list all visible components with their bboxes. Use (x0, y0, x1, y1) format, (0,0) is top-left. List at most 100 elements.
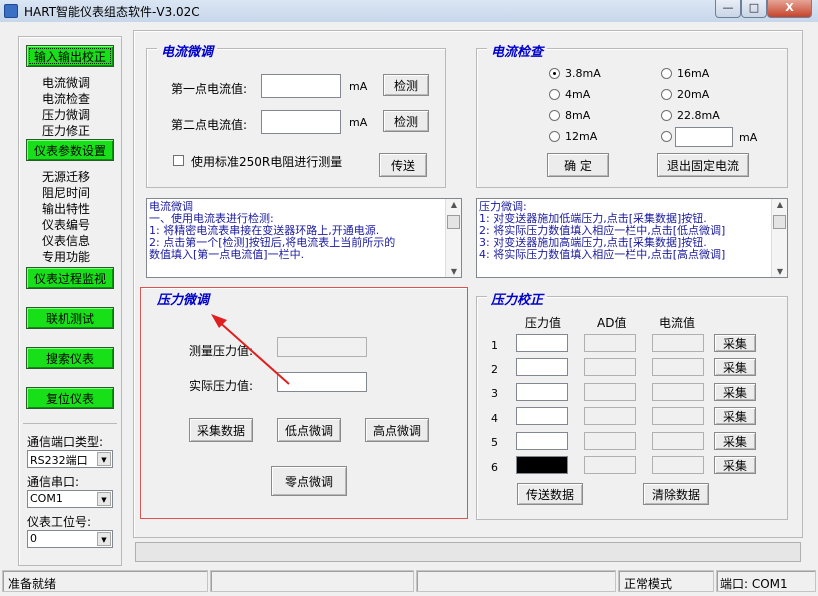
radio-3-8ma[interactable] (549, 68, 560, 79)
row2-ad-field (584, 358, 636, 376)
io-calibration-button[interactable]: 输入输出校正 (26, 45, 114, 67)
row3-ad-field (584, 383, 636, 401)
online-test-button[interactable]: 联机测试 (26, 307, 114, 329)
radio-4ma-label: 4mA (565, 88, 591, 101)
sidebar-item-current-check[interactable]: 电流检查 (42, 90, 90, 107)
row3-pressure-input[interactable] (516, 383, 568, 401)
row4-collect-button[interactable]: 采集 (714, 407, 756, 425)
sidebar-item-damping[interactable]: 阻尼时间 (42, 184, 90, 201)
second-current-unit: mA (349, 116, 368, 129)
station-select[interactable]: 0 ▼ (27, 530, 113, 548)
help-right-scrollbar[interactable]: ▲ ▼ (771, 199, 787, 277)
station-value: 0 (30, 532, 37, 545)
search-button[interactable]: 搜索仪表 (26, 347, 114, 369)
row-number: 1 (491, 339, 498, 352)
row3-collect-button[interactable]: 采集 (714, 383, 756, 401)
row1-collect-button[interactable]: 采集 (714, 334, 756, 352)
radio-8ma[interactable] (549, 110, 560, 121)
radio-12ma[interactable] (549, 131, 560, 142)
radio-20ma[interactable] (661, 89, 672, 100)
exit-fixed-current-button[interactable]: 退出固定电流 (657, 153, 749, 177)
row6-current-field (652, 456, 704, 474)
row6-pressure-input[interactable] (516, 456, 568, 474)
sidebar-item-info[interactable]: 仪表信息 (42, 232, 90, 249)
station-label: 仪表工位号: (27, 515, 92, 529)
current-help-text[interactable]: 电流微调 一、使用电流表进行检测: 1: 将精密电流表串接在变送器环路上,开通电… (146, 198, 462, 278)
chevron-down-icon: ▼ (97, 492, 111, 506)
row5-pressure-input[interactable] (516, 432, 568, 450)
scroll-up-icon: ▲ (776, 200, 784, 209)
radio-4ma[interactable] (549, 89, 560, 100)
chevron-down-icon: ▼ (97, 452, 111, 466)
sidebar-item-passive-migration[interactable]: 无源迁移 (42, 168, 90, 185)
scroll-thumb[interactable] (447, 215, 460, 229)
pressure-help-text[interactable]: 压力微调: 1: 对变送器施加低端压力,点击[采集数据]按钮. 2: 将实际压力… (476, 198, 788, 278)
status-port: 端口: COM1 (720, 577, 788, 591)
row2-pressure-input[interactable] (516, 358, 568, 376)
param-settings-button[interactable]: 仪表参数设置 (26, 139, 114, 161)
status-segment (210, 570, 414, 592)
clear-data-button[interactable]: 清除数据 (643, 483, 709, 505)
detect-first-button[interactable]: 检测 (383, 74, 429, 96)
second-current-input[interactable] (261, 110, 341, 134)
custom-current-input[interactable] (675, 127, 733, 147)
send-current-button[interactable]: 传送 (379, 153, 427, 177)
help-left-scrollbar[interactable]: ▲ ▼ (445, 199, 461, 277)
row2-collect-button[interactable]: 采集 (714, 358, 756, 376)
sidebar-item-special[interactable]: 专用功能 (42, 248, 90, 265)
annotation-arrow-icon (211, 314, 290, 385)
serial-value: COM1 (30, 492, 63, 505)
scroll-down-icon: ▼ (450, 267, 458, 276)
row1-current-field (652, 334, 704, 352)
radio-16ma[interactable] (661, 68, 672, 79)
sidebar-item-number[interactable]: 仪表编号 (42, 216, 90, 233)
scroll-thumb[interactable] (773, 215, 786, 229)
collect-data-button[interactable]: 采集数据 (189, 418, 253, 442)
radio-custom-ma[interactable] (661, 131, 672, 142)
reset-button[interactable]: 复位仪表 (26, 387, 114, 409)
status-mode: 正常模式 (624, 577, 673, 591)
sidebar-item-pressure-correction[interactable]: 压力修正 (42, 122, 90, 139)
zero-trim-button[interactable]: 零点微调 (271, 466, 347, 496)
col-pressure-header: 压力值 (525, 316, 562, 330)
row6-ad-field (584, 456, 636, 474)
title-bar: HART智能仪表组态软件-V3.02C — □ X (0, 0, 818, 22)
sidebar-item-pressure-trim[interactable]: 压力微调 (42, 106, 90, 123)
std-resistor-label: 使用标准250R电阻进行测量 (191, 155, 343, 169)
window-title: HART智能仪表组态软件-V3.02C (24, 5, 200, 19)
chevron-down-icon: ▼ (97, 532, 111, 546)
low-trim-button[interactable]: 低点微调 (277, 418, 341, 442)
row6-collect-button[interactable]: 采集 (714, 456, 756, 474)
maximize-button[interactable]: □ (741, 0, 767, 18)
detect-second-button[interactable]: 检测 (383, 110, 429, 132)
first-current-input[interactable] (261, 74, 341, 98)
radio-22-8ma[interactable] (661, 110, 672, 121)
serial-select[interactable]: COM1 ▼ (27, 490, 113, 508)
high-trim-button[interactable]: 高点微调 (365, 418, 429, 442)
radio-8ma-label: 8mA (565, 109, 591, 122)
row-number: 5 (491, 436, 498, 449)
close-button[interactable]: X (767, 0, 812, 18)
radio-22-8ma-label: 22.8mA (677, 109, 720, 122)
pressure-trim-group: 压力微调 测量压力值: 实际压力值: 采集数据 低点微调 高点微调 零点微调 (140, 287, 468, 519)
current-check-title: 电流检查 (487, 41, 548, 60)
confirm-button[interactable]: 确 定 (547, 153, 609, 177)
current-check-group: 电流检查 3.8mA 4mA 8mA 12mA 16mA 20mA 22.8mA… (476, 41, 788, 188)
radio-3-8ma-label: 3.8mA (565, 67, 601, 80)
process-monitor-button[interactable]: 仪表过程监视 (26, 267, 114, 289)
current-trim-group: 电流微调 第一点电流值: mA 检测 第二点电流值: mA 检测 使用标准250… (146, 41, 446, 188)
port-type-select[interactable]: RS232端口 ▼ (27, 450, 113, 468)
row4-pressure-input[interactable] (516, 407, 568, 425)
sidebar-item-output[interactable]: 输出特性 (42, 200, 90, 217)
progress-bar (135, 542, 801, 562)
row5-collect-button[interactable]: 采集 (714, 432, 756, 450)
minimize-button[interactable]: — (715, 0, 741, 18)
sidebar-item-current-trim[interactable]: 电流微调 (42, 74, 90, 91)
port-type-label: 通信端口类型: (27, 435, 104, 449)
std-resistor-checkbox[interactable] (173, 155, 184, 166)
row4-current-field (652, 407, 704, 425)
send-data-button[interactable]: 传送数据 (517, 483, 583, 505)
scroll-down-icon: ▼ (776, 267, 784, 276)
row1-pressure-input[interactable] (516, 334, 568, 352)
pressure-calib-title: 压力校正 (487, 289, 548, 308)
